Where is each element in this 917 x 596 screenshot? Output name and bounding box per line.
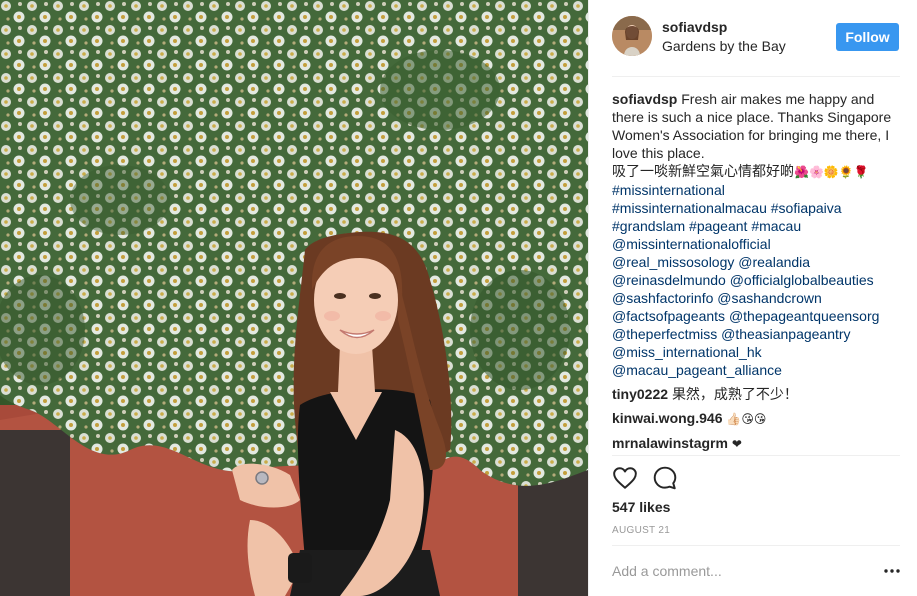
caption-username[interactable]: sofiavdsp <box>612 91 677 107</box>
hashtag-line[interactable]: #missinternational <box>612 181 902 199</box>
post-location[interactable]: Gardens by the Bay <box>662 38 786 54</box>
mention-line[interactable]: @theperfectmiss @theasianpageantry <box>612 325 902 343</box>
comment-item: mrnalawinstagrm ❤ <box>612 434 902 453</box>
follow-button[interactable]: Follow <box>836 23 899 51</box>
instagram-post: sofiavdsp Gardens by the Bay Follow sofi… <box>0 0 917 596</box>
comment-username[interactable]: kinwai.wong.946 <box>612 410 722 426</box>
caption-chinese-text: 吸了一啖新鮮空氣心情都好啲 <box>612 163 794 179</box>
comment-text: 果然，成熟了不少！ <box>671 386 798 402</box>
mention-line[interactable]: @factsofpageants @thepageantqueensorg <box>612 307 902 325</box>
comment-icon[interactable] <box>652 465 678 491</box>
divider <box>612 76 900 77</box>
more-options-icon[interactable] <box>883 562 901 580</box>
mention-line[interactable]: @reinasdelmundo @officialglobalbeauties <box>612 271 902 289</box>
hashtag-line[interactable]: #grandslam #pageant #macau <box>612 217 902 235</box>
post-photo[interactable] <box>0 0 588 596</box>
divider <box>612 455 900 456</box>
post-caption: sofiavdsp Fresh air makes me happy and t… <box>612 90 902 379</box>
comment-item: tiny0222 果然，成熟了不少！ <box>612 385 902 403</box>
post-header: sofiavdsp Gardens by the Bay Follow <box>589 0 917 76</box>
likes-count[interactable]: 547 likes <box>612 499 670 515</box>
photo-illustration <box>0 0 588 596</box>
post-details-panel: sofiavdsp Gardens by the Bay Follow sofi… <box>588 0 917 596</box>
comment-item: kinwai.wong.946 👍🏻😘😘 <box>612 409 902 428</box>
post-author-username[interactable]: sofiavdsp <box>662 19 727 35</box>
caption-emojis: 🌺🌸🌼🌻🌹 <box>794 165 869 179</box>
avatar[interactable] <box>612 16 652 56</box>
heart-icon[interactable] <box>612 465 638 491</box>
mention-line[interactable]: @miss_international_hk <box>612 343 902 361</box>
comment-text: 👍🏻😘😘 <box>726 412 767 426</box>
avatar-image <box>612 16 652 56</box>
comments-section: sofiavdsp Fresh air makes me happy and t… <box>612 90 902 453</box>
add-comment-input[interactable] <box>612 560 862 582</box>
mention-line[interactable]: @sashfactorinfo @sashandcrown <box>612 289 902 307</box>
mention-line[interactable]: @real_missosology @realandia <box>612 253 902 271</box>
hashtag-line[interactable]: #missinternationalmacau #sofiapaiva <box>612 199 902 217</box>
post-date[interactable]: AUGUST 21 <box>612 525 670 536</box>
mention-line[interactable]: @missinternationalofficial <box>612 235 902 253</box>
mention-line[interactable]: @macau_pageant_alliance <box>612 361 902 379</box>
comment-username[interactable]: mrnalawinstagrm <box>612 435 728 451</box>
divider <box>612 545 900 546</box>
comment-username[interactable]: tiny0222 <box>612 386 668 402</box>
comment-text: ❤ <box>731 437 742 451</box>
